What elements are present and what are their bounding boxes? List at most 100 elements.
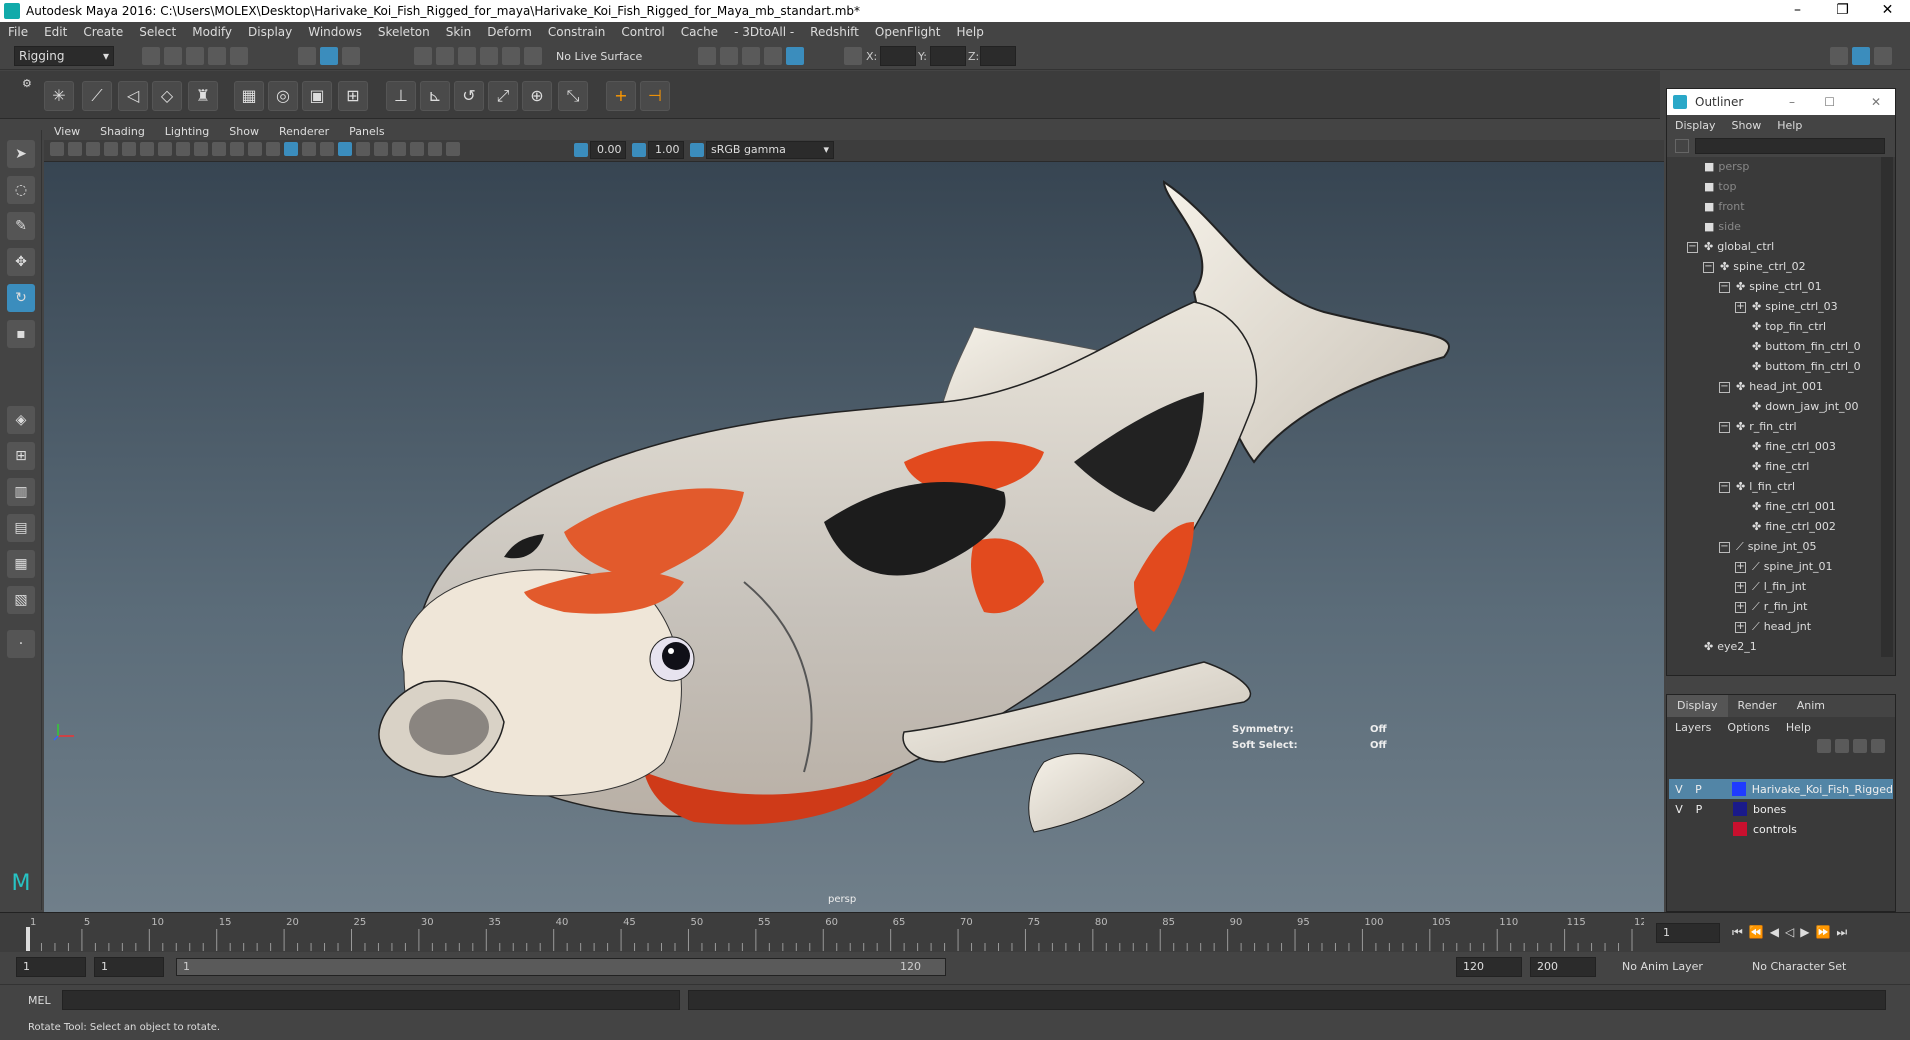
play-forward-icon[interactable]: ▶ bbox=[1800, 925, 1815, 939]
menu-display[interactable]: Display bbox=[240, 25, 300, 39]
outliner-item[interactable]: ✤ fine_ctrl_003 bbox=[1735, 437, 1836, 457]
snap-grid-icon[interactable] bbox=[414, 47, 432, 65]
snap-view-icon[interactable] bbox=[480, 47, 498, 65]
step-back-icon[interactable]: ◀ bbox=[1770, 925, 1785, 939]
outliner-item[interactable]: ✤ fine_ctrl_001 bbox=[1735, 497, 1836, 517]
panel-menu-lighting[interactable]: Lighting bbox=[155, 125, 219, 138]
layer-tab-display[interactable]: Display bbox=[1667, 695, 1728, 717]
outliner-menu-display[interactable]: Display bbox=[1667, 119, 1724, 132]
visibility-toggle[interactable]: V bbox=[1669, 783, 1689, 796]
outliner-item[interactable]: − ⟋ spine_jnt_05 bbox=[1719, 537, 1817, 557]
gamma-icon[interactable] bbox=[632, 143, 646, 157]
koi-fish-model[interactable] bbox=[44, 162, 1664, 912]
xray-icon[interactable] bbox=[392, 142, 406, 156]
collapse-icon[interactable]: − bbox=[1719, 541, 1730, 553]
step-back-key-icon[interactable]: ⏪ bbox=[1749, 925, 1770, 939]
camera-attributes-icon[interactable] bbox=[50, 142, 64, 156]
layer-menu-layers[interactable]: Layers bbox=[1667, 721, 1719, 734]
color-management-icon[interactable] bbox=[690, 143, 704, 157]
collapse-icon[interactable]: − bbox=[1719, 381, 1730, 393]
collapse-icon[interactable]: − bbox=[1719, 421, 1730, 433]
time-slider[interactable]: 1 5 10 15 20 25 30 35 40 45 50 55 60 65 70 75 80 85 90 95 10… bbox=[0, 912, 1910, 952]
render-frame-icon[interactable] bbox=[720, 47, 738, 65]
exposure-icon[interactable] bbox=[574, 143, 588, 157]
film-gate-icon[interactable] bbox=[158, 142, 172, 156]
hypershade-icon[interactable] bbox=[786, 47, 804, 65]
undo-icon[interactable] bbox=[208, 47, 226, 65]
ik-handle-icon[interactable]: ◁ bbox=[118, 81, 148, 111]
move-layer-down-icon[interactable] bbox=[1835, 739, 1849, 753]
snap-curve-icon[interactable] bbox=[436, 47, 454, 65]
ik-spline-icon[interactable]: ◇ bbox=[152, 81, 182, 111]
point-constraint-icon[interactable]: ⊾ bbox=[420, 81, 450, 111]
z-field[interactable] bbox=[980, 46, 1016, 66]
expand-icon[interactable]: + bbox=[1735, 561, 1746, 573]
motion-blur-icon[interactable] bbox=[446, 142, 460, 156]
ipr-render-icon[interactable] bbox=[742, 47, 760, 65]
textured-icon[interactable] bbox=[320, 142, 334, 156]
end-field[interactable]: 120 bbox=[1456, 957, 1522, 977]
playback-toggle[interactable]: P bbox=[1689, 803, 1709, 816]
new-scene-icon[interactable] bbox=[142, 47, 160, 65]
bind-skin-icon[interactable]: ♜ bbox=[188, 81, 218, 111]
image-plane-icon[interactable] bbox=[86, 142, 100, 156]
outliner-item[interactable]: ✤ eye2_1 bbox=[1687, 637, 1757, 657]
channel-box-toggle-icon[interactable] bbox=[1874, 47, 1892, 65]
outliner-item[interactable]: ✤ fine_ctrl_002 bbox=[1735, 517, 1836, 537]
start-field[interactable]: 1 bbox=[94, 957, 164, 977]
menu-edit[interactable]: Edit bbox=[36, 25, 75, 39]
menu-create[interactable]: Create bbox=[75, 25, 131, 39]
x-field[interactable] bbox=[880, 46, 916, 66]
outliner-item[interactable]: + ✤ spine_ctrl_03 bbox=[1735, 297, 1838, 317]
outliner-item[interactable]: ■ front bbox=[1687, 197, 1745, 217]
command-input[interactable] bbox=[62, 990, 680, 1010]
move-tool-icon[interactable]: ✥ bbox=[7, 248, 35, 276]
outliner-item[interactable]: ✤ fine_ctrl bbox=[1735, 457, 1809, 477]
safe-action-icon[interactable] bbox=[230, 142, 244, 156]
outliner-item[interactable]: + ⟋ head_jnt bbox=[1735, 617, 1811, 637]
more-layouts-icon[interactable]: · bbox=[7, 630, 35, 658]
render-view-icon[interactable] bbox=[698, 47, 716, 65]
outliner-item[interactable]: − ✤ global_ctrl bbox=[1687, 237, 1774, 257]
modeling-toolkit-icon[interactable] bbox=[1830, 47, 1848, 65]
panel-menu-panels[interactable]: Panels bbox=[339, 125, 394, 138]
start-min-field[interactable]: 1 bbox=[16, 957, 86, 977]
wireframe-on-shaded-icon[interactable] bbox=[338, 142, 352, 156]
menu-help[interactable]: Help bbox=[948, 25, 991, 39]
exposure-field[interactable]: 0.00 bbox=[590, 141, 626, 159]
outliner-item[interactable]: ✤ buttom_fin_ctrl_0 bbox=[1735, 337, 1861, 357]
pole-vector-icon[interactable]: ⤡ bbox=[558, 81, 588, 111]
outliner-item[interactable]: ■ persp bbox=[1687, 157, 1749, 177]
outliner-menu-help[interactable]: Help bbox=[1769, 119, 1810, 132]
paint-select-icon[interactable]: ✎ bbox=[7, 212, 35, 240]
outliner-item[interactable]: + ⟋ spine_jnt_01 bbox=[1735, 557, 1833, 577]
outliner-item[interactable]: ✤ top_fin_ctrl bbox=[1735, 317, 1826, 337]
menu-cache[interactable]: Cache bbox=[673, 25, 726, 39]
viewport-persp[interactable]: Symmetry: Off Soft Select: Off persp bbox=[44, 162, 1664, 912]
grease-pencil-icon[interactable] bbox=[122, 142, 136, 156]
rotate-tool-icon[interactable]: ↻ bbox=[7, 284, 35, 312]
minimize-button[interactable]: – bbox=[1775, 0, 1820, 22]
resolution-gate-icon[interactable] bbox=[176, 142, 190, 156]
scale-constraint-icon[interactable]: ⤢ bbox=[488, 81, 518, 111]
scale-tool-icon[interactable]: ▪ bbox=[7, 320, 35, 348]
new-empty-layer-icon[interactable] bbox=[1853, 739, 1867, 753]
current-time-marker[interactable] bbox=[26, 927, 30, 951]
y-field[interactable] bbox=[930, 46, 966, 66]
wireframe-icon[interactable] bbox=[266, 142, 280, 156]
outliner-item[interactable]: − ✤ l_fin_ctrl bbox=[1719, 477, 1795, 497]
outliner-item[interactable]: − ✤ head_jnt_001 bbox=[1719, 377, 1823, 397]
menu-openflight[interactable]: OpenFlight bbox=[867, 25, 949, 39]
collapse-icon[interactable]: − bbox=[1687, 241, 1698, 253]
use-all-lights-icon[interactable] bbox=[356, 142, 370, 156]
menu-redshift[interactable]: Redshift bbox=[802, 25, 867, 39]
joint-locator-icon[interactable]: ⊣ bbox=[640, 81, 670, 111]
menu-deform[interactable]: Deform bbox=[479, 25, 540, 39]
layer-color-swatch[interactable] bbox=[1731, 782, 1746, 796]
playback-toggle[interactable]: P bbox=[1689, 783, 1709, 796]
attribute-editor-toggle-icon[interactable] bbox=[1852, 47, 1870, 65]
play-back-icon[interactable]: ◁ bbox=[1785, 925, 1800, 939]
layer-menu-options[interactable]: Options bbox=[1719, 721, 1777, 734]
layer-tab-render[interactable]: Render bbox=[1728, 695, 1787, 717]
go-start-icon[interactable]: ⏮ bbox=[1732, 925, 1749, 939]
